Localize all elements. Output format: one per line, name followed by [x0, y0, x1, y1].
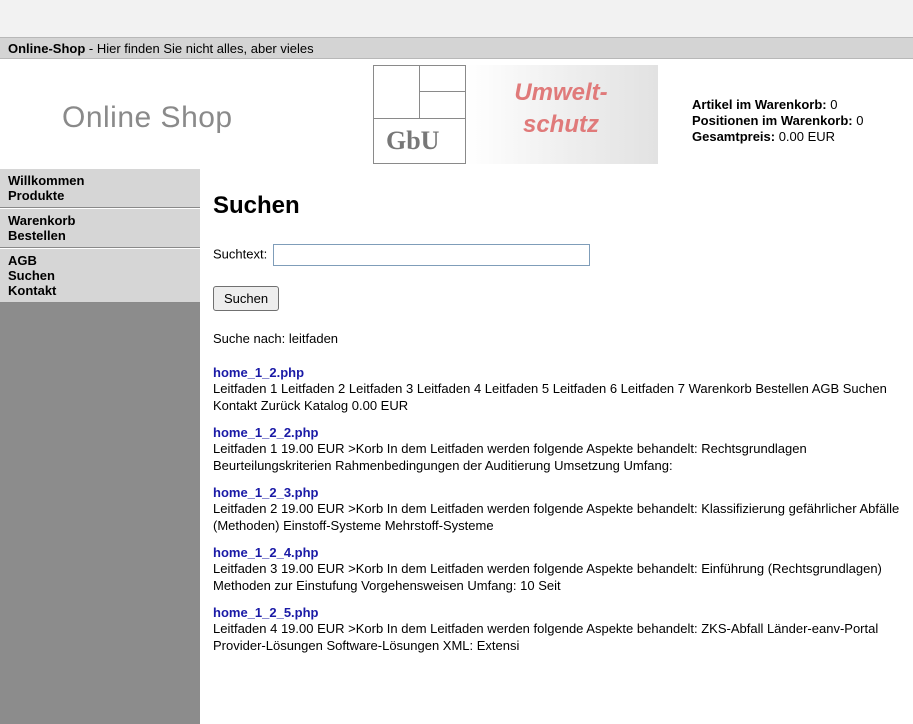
search-input[interactable] [272, 244, 590, 266]
result-link[interactable]: home_1_2_3.php [213, 485, 913, 500]
result-link[interactable]: home_1_2_2.php [213, 425, 913, 440]
search-row: Suchtext: [213, 244, 590, 266]
search-button[interactable]: Suchen [213, 286, 280, 311]
search-results: home_1_2.php Leitfaden 1 Leitfaden 2 Lei… [213, 365, 913, 665]
result-link[interactable]: home_1_2_4.php [213, 545, 913, 560]
result-item: home_1_2_2.php Leitfaden 1 19.00 EUR >Ko… [213, 425, 913, 474]
logo-text: Online Shop [62, 101, 233, 134]
nav-group-welcome: Willkommen Produkte [0, 168, 200, 208]
gbu-text: GbU [386, 126, 440, 155]
nav-item-agb[interactable]: AGB [8, 253, 200, 268]
result-snippet: Leitfaden 4 19.00 EUR >Korb In dem Leitf… [213, 621, 879, 653]
cart-total-label: Gesamtpreis: [692, 129, 776, 144]
umweltschutz-logo: Umwelt- schutz [466, 65, 658, 164]
cart-positions-value: 0 [852, 113, 864, 128]
result-item: home_1_2_4.php Leitfaden 3 19.00 EUR >Ko… [213, 545, 913, 594]
result-link[interactable]: home_1_2.php [213, 365, 913, 380]
nav-item-bestellen[interactable]: Bestellen [8, 228, 200, 243]
nav-item-warenkorb[interactable]: Warenkorb [8, 213, 200, 228]
title-bar: Online-Shop - Hier finden Sie nicht alle… [0, 37, 913, 59]
schutz-text: schutz [522, 111, 599, 138]
nav-item-willkommen[interactable]: Willkommen [8, 173, 200, 188]
result-snippet: Leitfaden 2 19.00 EUR >Korb In dem Leitf… [213, 501, 900, 533]
gbu-logo: GbU [373, 65, 466, 164]
result-item: home_1_2.php Leitfaden 1 Leitfaden 2 Lei… [213, 365, 913, 414]
shop-name: Online-Shop [8, 41, 86, 56]
result-link[interactable]: home_1_2_5.php [213, 605, 913, 620]
result-snippet: Leitfaden 1 19.00 EUR >Korb In dem Leitf… [213, 441, 807, 473]
header-banner: Online Shop GbU Umwelt- schutz Artikel i… [0, 59, 913, 168]
result-snippet: Leitfaden 3 19.00 EUR >Korb In dem Leitf… [213, 561, 882, 593]
result-item: home_1_2_5.php Leitfaden 4 19.00 EUR >Ko… [213, 605, 913, 654]
nav-item-suchen[interactable]: Suchen [8, 268, 200, 283]
top-gap [0, 0, 913, 37]
cart-items-value: 0 [826, 97, 838, 112]
cart-items-label: Artikel im Warenkorb: [692, 97, 827, 112]
nav-item-kontakt[interactable]: Kontakt [8, 283, 200, 298]
nav-item-produkte[interactable]: Produkte [8, 188, 200, 203]
page-title: Suchen [213, 192, 300, 219]
result-item: home_1_2_3.php Leitfaden 2 19.00 EUR >Ko… [213, 485, 913, 534]
result-snippet: Leitfaden 1 Leitfaden 2 Leitfaden 3 Leit… [213, 381, 887, 413]
cart-summary: Artikel im Warenkorb: 0 Positionen im Wa… [692, 97, 863, 145]
search-query-text: Suche nach: leitfaden [213, 331, 339, 346]
umwelt-text: Umwelt- [514, 79, 608, 106]
cart-positions-label: Positionen im Warenkorb: [692, 113, 853, 128]
cart-total-value: 0.00 EUR [775, 129, 836, 144]
sidebar-nav: Willkommen Produkte Warenkorb Bestellen … [0, 168, 200, 724]
shop-tagline: - Hier finden Sie nicht alles, aber viel… [85, 41, 314, 56]
nav-group-cart: Warenkorb Bestellen [0, 208, 200, 248]
nav-group-info: AGB Suchen Kontakt [0, 248, 200, 303]
search-label: Suchtext: [213, 246, 268, 262]
